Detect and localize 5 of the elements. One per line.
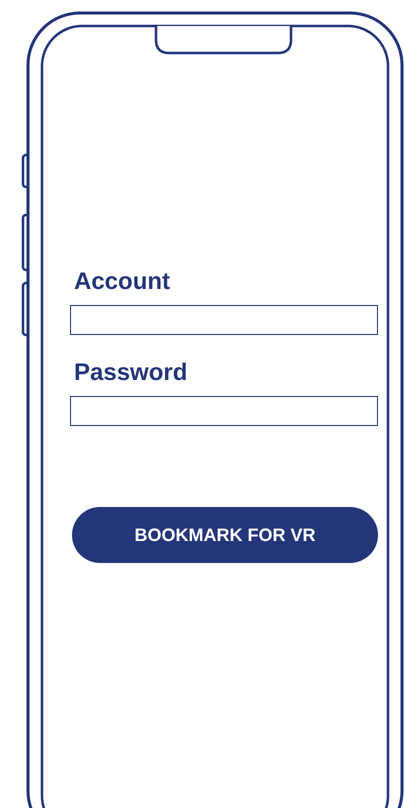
input-field[interactable] (70, 305, 378, 335)
input-field[interactable] (70, 396, 378, 426)
field-label: Account (74, 268, 171, 296)
field-label: Password (74, 359, 188, 387)
bookmark-button[interactable]: BOOKMARK FOR VR (72, 507, 378, 563)
